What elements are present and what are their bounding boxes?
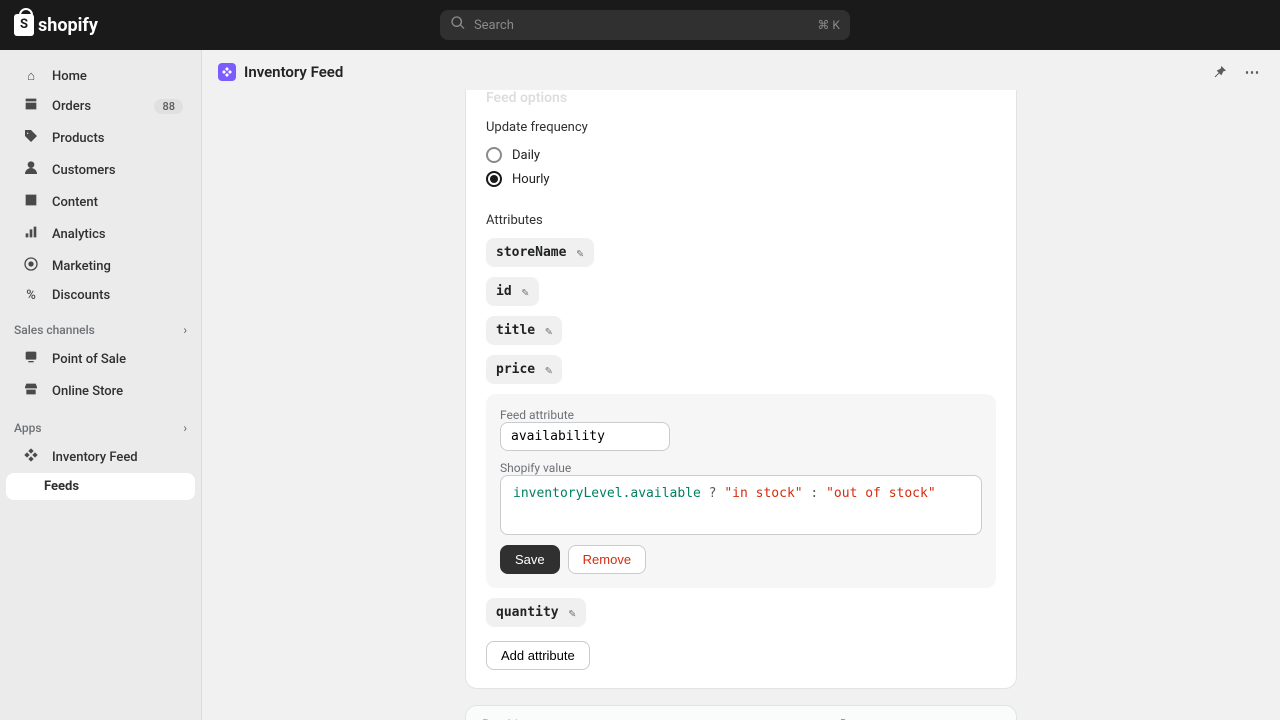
bars-icon: [22, 224, 40, 244]
orders-icon: [22, 96, 40, 116]
orders-badge: 88: [154, 99, 183, 114]
sidebar-item-customers[interactable]: Customers: [6, 154, 195, 186]
store-icon: [22, 381, 40, 401]
sidebar-item-inventory-feed[interactable]: Inventory Feed: [6, 441, 195, 473]
search-placeholder: Search: [474, 18, 514, 33]
sidebar-item-label: Customers: [52, 163, 183, 178]
sidebar: ⌂ Home Orders 88 Products Customers: [0, 50, 202, 720]
main-panel: Inventory Feed ⋯ Feed options Update fre…: [202, 50, 1280, 720]
pin-button[interactable]: [1208, 60, 1232, 84]
pencil-icon[interactable]: ✎: [569, 606, 576, 620]
sidebar-item-home[interactable]: ⌂ Home: [6, 62, 195, 90]
search-box[interactable]: Search ⌘ K: [440, 10, 850, 40]
pencil-icon[interactable]: ✎: [545, 324, 552, 338]
radio-label: Daily: [512, 148, 540, 163]
radio-daily[interactable]: Daily: [486, 143, 996, 167]
sidebar-item-label: Orders: [52, 99, 142, 114]
sidebar-item-content[interactable]: Content: [6, 186, 195, 218]
card-title: Feed options: [486, 90, 996, 106]
sidebar-item-marketing[interactable]: Marketing: [6, 250, 195, 282]
sidebar-item-analytics[interactable]: Analytics: [6, 218, 195, 250]
tag-label: quantity: [496, 605, 559, 620]
add-attribute-button[interactable]: Add attribute: [486, 641, 590, 670]
apps-header[interactable]: Apps ›: [0, 407, 201, 441]
attribute-editor: Feed attribute Shopify value inventoryLe…: [486, 394, 996, 588]
sidebar-item-online-store[interactable]: Online Store: [6, 375, 195, 407]
attributes-label: Attributes: [486, 213, 996, 228]
tag-icon: [22, 128, 40, 148]
tag-label: price: [496, 362, 535, 377]
sidebar-item-orders[interactable]: Orders 88: [6, 90, 195, 122]
code-token: "out of stock": [826, 486, 936, 501]
feed-attribute-input[interactable]: [500, 422, 670, 451]
remove-button[interactable]: Remove: [568, 545, 646, 574]
radio-icon: [486, 147, 502, 163]
sidebar-item-label: Content: [52, 195, 183, 210]
radio-hourly[interactable]: Hourly: [486, 167, 996, 191]
search-shortcut: ⌘ K: [817, 18, 840, 32]
section-label: Apps: [14, 421, 42, 435]
sidebar-item-label: Home: [52, 69, 183, 84]
pencil-icon[interactable]: ✎: [522, 285, 529, 299]
code-token: ?: [701, 486, 724, 501]
sidebar-item-label: Feeds: [44, 479, 183, 494]
section-label: Sales channels: [14, 323, 95, 337]
tag-label: storeName: [496, 245, 566, 260]
sidebar-item-label: Products: [52, 131, 183, 146]
tag-label: id: [496, 284, 512, 299]
sidebar-item-label: Analytics: [52, 227, 183, 242]
target-icon: [22, 256, 40, 276]
radio-icon: [486, 171, 502, 187]
app-icon: [22, 447, 40, 467]
tag-label: title: [496, 323, 535, 338]
code-token: inventoryLevel.available: [513, 486, 701, 501]
attribute-tag[interactable]: price ✎: [486, 355, 562, 384]
sidebar-item-label: Discounts: [52, 288, 183, 303]
page-title: Inventory Feed: [244, 63, 343, 81]
shopify-value-editor[interactable]: inventoryLevel.available ? "in stock" : …: [500, 475, 982, 535]
sidebar-item-feeds[interactable]: Feeds: [6, 473, 195, 500]
more-button[interactable]: ⋯: [1240, 60, 1264, 84]
sales-channels-header[interactable]: Sales channels ›: [0, 309, 201, 343]
feed-attribute-label: Feed attribute: [500, 408, 982, 422]
image-icon: [22, 192, 40, 212]
sidebar-item-pos[interactable]: Point of Sale: [6, 343, 195, 375]
feed-options-card: Feed options Update frequency Daily Hour…: [465, 90, 1017, 689]
chevron-right-icon: ›: [183, 323, 187, 337]
code-token: :: [803, 486, 826, 501]
attribute-tag[interactable]: storeName ✎: [486, 238, 594, 267]
run-history-card: Run history Date Active today at 3:13 PM…: [465, 705, 1017, 720]
page-header: Inventory Feed ⋯: [202, 50, 1280, 94]
pencil-icon[interactable]: ✎: [545, 363, 552, 377]
sidebar-item-label: Inventory Feed: [52, 450, 183, 465]
sidebar-item-products[interactable]: Products: [6, 122, 195, 154]
attribute-tag[interactable]: id ✎: [486, 277, 539, 306]
sidebar-item-label: Marketing: [52, 259, 183, 274]
attribute-tag[interactable]: title ✎: [486, 316, 562, 345]
app-badge-icon: [218, 63, 236, 81]
brand-name: shopify: [38, 15, 98, 36]
search-icon: [450, 15, 466, 35]
code-token: "in stock": [724, 486, 802, 501]
home-icon: ⌂: [22, 68, 40, 84]
percent-icon: %: [22, 288, 40, 303]
pencil-icon[interactable]: ✎: [576, 246, 583, 260]
chevron-right-icon: ›: [183, 421, 187, 435]
sidebar-item-label: Online Store: [52, 384, 183, 399]
shopify-bag-icon: [14, 14, 34, 36]
topbar: shopify Search ⌘ K: [0, 0, 1280, 50]
brand-logo[interactable]: shopify: [14, 14, 98, 36]
user-icon: [22, 160, 40, 180]
attribute-tag[interactable]: quantity ✎: [486, 598, 586, 627]
shopify-value-label: Shopify value: [500, 461, 982, 475]
pos-icon: [22, 349, 40, 369]
sidebar-item-discounts[interactable]: % Discounts: [6, 282, 195, 309]
radio-label: Hourly: [512, 172, 550, 187]
frequency-label: Update frequency: [486, 120, 996, 135]
sidebar-item-label: Point of Sale: [52, 352, 183, 367]
save-button[interactable]: Save: [500, 545, 560, 574]
